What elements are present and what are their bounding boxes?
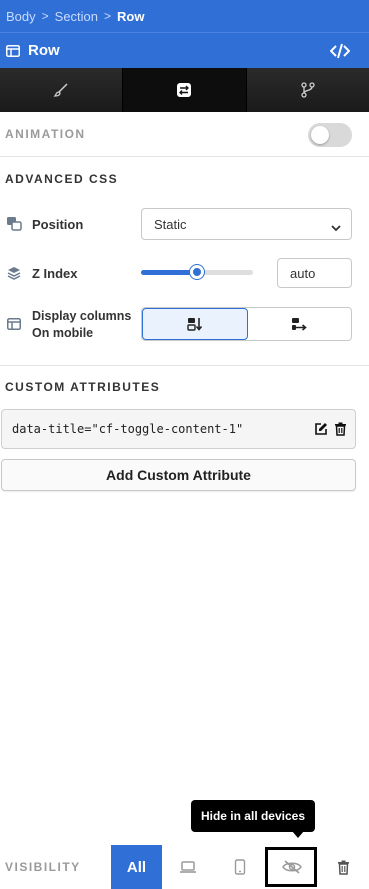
- custom-attribute-item: data-title="cf-toggle-content-1": [1, 409, 356, 449]
- display-columns-label-line2: On mobile: [32, 326, 94, 340]
- tab-branch[interactable]: [246, 68, 369, 112]
- laptop-icon[interactable]: [176, 845, 200, 889]
- add-custom-attribute-button[interactable]: Add Custom Attribute: [1, 459, 356, 491]
- z-index-row: Z Index auto: [0, 258, 369, 288]
- breadcrumb: Body > Section > Row: [0, 0, 369, 32]
- trash-icon[interactable]: [334, 845, 352, 889]
- mobile-icon[interactable]: [230, 845, 250, 889]
- edit-icon[interactable]: [314, 422, 328, 436]
- git-branch-icon: [300, 82, 316, 98]
- z-index-slider[interactable]: [141, 265, 253, 279]
- toggle-knob: [311, 126, 329, 144]
- chevron-right-icon: >: [104, 9, 112, 23]
- breadcrumb-item-section[interactable]: Section: [55, 9, 98, 24]
- position-icon: [6, 216, 22, 232]
- element-title: Row: [28, 42, 60, 59]
- z-index-label: Z Index: [32, 266, 78, 281]
- stack-right-icon: [291, 317, 307, 331]
- tab-settings[interactable]: [123, 68, 247, 112]
- panel-tabs: [0, 68, 369, 112]
- reverse-columns-button[interactable]: [248, 308, 352, 340]
- code-icon[interactable]: [329, 41, 351, 61]
- position-row: Position Static: [0, 208, 369, 240]
- position-select[interactable]: Static: [141, 208, 352, 240]
- tooltip-arrow: [292, 831, 304, 838]
- sliders-toggle-icon: [177, 83, 192, 97]
- position-value: Static: [154, 216, 187, 232]
- position-label: Position: [32, 217, 84, 232]
- section-divider: [0, 365, 369, 366]
- brush-icon: [53, 82, 69, 98]
- display-columns-row: Display columns On mobile: [0, 307, 369, 341]
- z-index-value: auto: [290, 265, 316, 281]
- z-index-input[interactable]: auto: [277, 258, 352, 288]
- display-columns-label: Display columns On mobile: [32, 308, 131, 342]
- trash-icon[interactable]: [334, 422, 347, 436]
- tab-style[interactable]: [0, 68, 124, 112]
- animation-row: ANIMATION: [0, 112, 369, 157]
- chevron-down-icon: [331, 220, 341, 235]
- breadcrumb-item-body[interactable]: Body: [6, 9, 36, 24]
- eye-slash-icon: [281, 845, 303, 889]
- layers-icon: [6, 265, 22, 281]
- advanced-css-label: ADVANCED CSS: [5, 172, 119, 186]
- visibility-bar: VISIBILITY All: [0, 845, 369, 889]
- element-header: Row: [0, 32, 369, 68]
- stack-down-icon: [187, 317, 203, 331]
- tooltip: Hide in all devices: [191, 800, 315, 832]
- custom-attributes-label: CUSTOM ATTRIBUTES: [5, 380, 161, 394]
- breadcrumb-item-row: Row: [117, 8, 145, 24]
- display-columns-toggle: [141, 307, 352, 341]
- visibility-all-button[interactable]: All: [111, 845, 162, 889]
- slider-thumb[interactable]: [190, 265, 204, 279]
- animation-toggle[interactable]: [308, 123, 352, 147]
- animation-label: ANIMATION: [5, 127, 86, 141]
- display-columns-label-line1: Display columns: [32, 309, 132, 323]
- chevron-right-icon: >: [41, 9, 49, 23]
- layout-icon: [6, 44, 20, 57]
- custom-attribute-text: data-title="cf-toggle-content-1": [12, 422, 244, 436]
- stack-columns-button[interactable]: [142, 308, 248, 340]
- visibility-label: VISIBILITY: [5, 860, 81, 874]
- slider-fill: [141, 270, 197, 275]
- columns-icon: [6, 316, 22, 332]
